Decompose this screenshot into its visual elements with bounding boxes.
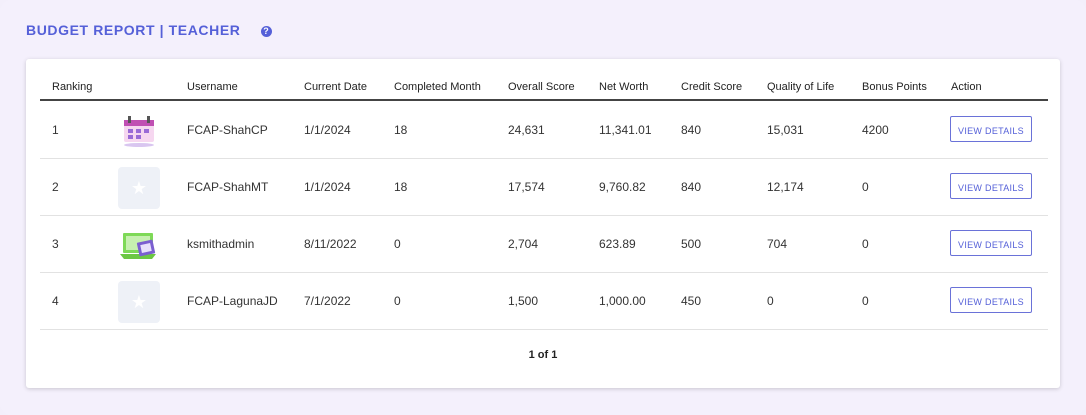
column-header-net-worth: Net Worth bbox=[599, 81, 649, 93]
cell-bonus-points: 0 bbox=[862, 294, 869, 308]
cell-net-worth: 11,341.01 bbox=[599, 123, 652, 137]
cell-quality-of-life: 0 bbox=[767, 294, 774, 308]
cell-username: ksmithadmin bbox=[187, 237, 255, 251]
cell-bonus-points: 0 bbox=[862, 237, 869, 251]
page-background: BUDGET REPORT | TEACHER ? Ranking Userna… bbox=[0, 0, 1086, 415]
cell-bonus-points: 0 bbox=[862, 180, 869, 194]
cell-overall-score: 2,704 bbox=[508, 237, 539, 251]
table-row: 2 ★ FCAP-ShahMT 1/1/2024 18 17,574 9,760… bbox=[40, 159, 1048, 216]
view-details-button[interactable]: VIEW DETAILS bbox=[950, 116, 1032, 142]
cell-overall-score: 1,500 bbox=[508, 294, 539, 308]
column-header-bonus-points: Bonus Points bbox=[862, 81, 927, 93]
cell-credit-score: 500 bbox=[681, 237, 702, 251]
cell-quality-of-life: 15,031 bbox=[767, 123, 804, 137]
column-header-username: Username bbox=[187, 81, 238, 93]
column-header-completed-month: Completed Month bbox=[394, 81, 481, 93]
cell-completed-month: 0 bbox=[394, 237, 401, 251]
cell-current-date: 8/11/2022 bbox=[304, 237, 357, 251]
calendar-avatar-icon bbox=[118, 110, 160, 152]
cell-net-worth: 1,000.00 bbox=[599, 294, 646, 308]
cell-current-date: 1/1/2024 bbox=[304, 180, 351, 194]
cell-ranking: 1 bbox=[52, 123, 59, 137]
cell-current-date: 1/1/2024 bbox=[304, 123, 351, 137]
table-header: Ranking Username Current Date Completed … bbox=[40, 59, 1048, 101]
cell-net-worth: 9,760.82 bbox=[599, 180, 646, 194]
cell-username: FCAP-LagunaJD bbox=[187, 294, 278, 308]
column-header-overall-score: Overall Score bbox=[508, 81, 575, 93]
cell-credit-score: 840 bbox=[681, 123, 702, 137]
column-header-credit-score: Credit Score bbox=[681, 81, 743, 93]
star-placeholder-icon: ★ bbox=[130, 178, 148, 198]
star-placeholder-icon: ★ bbox=[130, 292, 148, 312]
cell-current-date: 7/1/2022 bbox=[304, 294, 351, 308]
avatar-placeholder: ★ bbox=[118, 167, 160, 209]
view-details-button[interactable]: VIEW DETAILS bbox=[950, 173, 1032, 199]
cell-ranking: 2 bbox=[52, 180, 59, 194]
cell-completed-month: 18 bbox=[394, 180, 408, 194]
pagination-label: 1 of 1 bbox=[528, 349, 558, 361]
table-row: 4 ★ FCAP-LagunaJD 7/1/2022 0 1,500 1,000… bbox=[40, 273, 1048, 330]
help-icon[interactable]: ? bbox=[260, 25, 272, 37]
cell-username: FCAP-ShahCP bbox=[187, 123, 268, 137]
cell-credit-score: 840 bbox=[681, 180, 702, 194]
avatar-placeholder: ★ bbox=[118, 281, 160, 323]
view-details-button[interactable]: VIEW DETAILS bbox=[950, 287, 1032, 313]
table-row: 1 FCAP-ShahCP 1/1/2024 18 24,631 11,341.… bbox=[40, 102, 1048, 159]
cell-quality-of-life: 12,174 bbox=[767, 180, 804, 194]
column-header-current-date: Current Date bbox=[304, 81, 367, 93]
cell-ranking: 4 bbox=[52, 294, 59, 308]
column-header-action: Action bbox=[951, 81, 982, 93]
cell-credit-score: 450 bbox=[681, 294, 702, 308]
cell-bonus-points: 4200 bbox=[862, 123, 889, 137]
cell-overall-score: 17,574 bbox=[508, 180, 545, 194]
cell-overall-score: 24,631 bbox=[508, 123, 545, 137]
report-card: Ranking Username Current Date Completed … bbox=[26, 59, 1060, 388]
cell-username: FCAP-ShahMT bbox=[187, 180, 269, 194]
page-title: BUDGET REPORT | TEACHER bbox=[26, 22, 241, 38]
view-details-button[interactable]: VIEW DETAILS bbox=[950, 230, 1032, 256]
cell-net-worth: 623.89 bbox=[599, 237, 636, 251]
column-header-ranking: Ranking bbox=[52, 81, 93, 93]
laptop-avatar-icon bbox=[118, 224, 160, 266]
page-header: BUDGET REPORT | TEACHER ? bbox=[26, 22, 272, 38]
cell-ranking: 3 bbox=[52, 237, 59, 251]
cell-completed-month: 0 bbox=[394, 294, 401, 308]
table-row: 3 ksmithadmin 8/11/2022 0 2,704 623.89 5… bbox=[40, 216, 1048, 273]
cell-completed-month: 18 bbox=[394, 123, 408, 137]
column-header-quality-of-life: Quality of Life bbox=[767, 81, 835, 93]
cell-quality-of-life: 704 bbox=[767, 237, 788, 251]
